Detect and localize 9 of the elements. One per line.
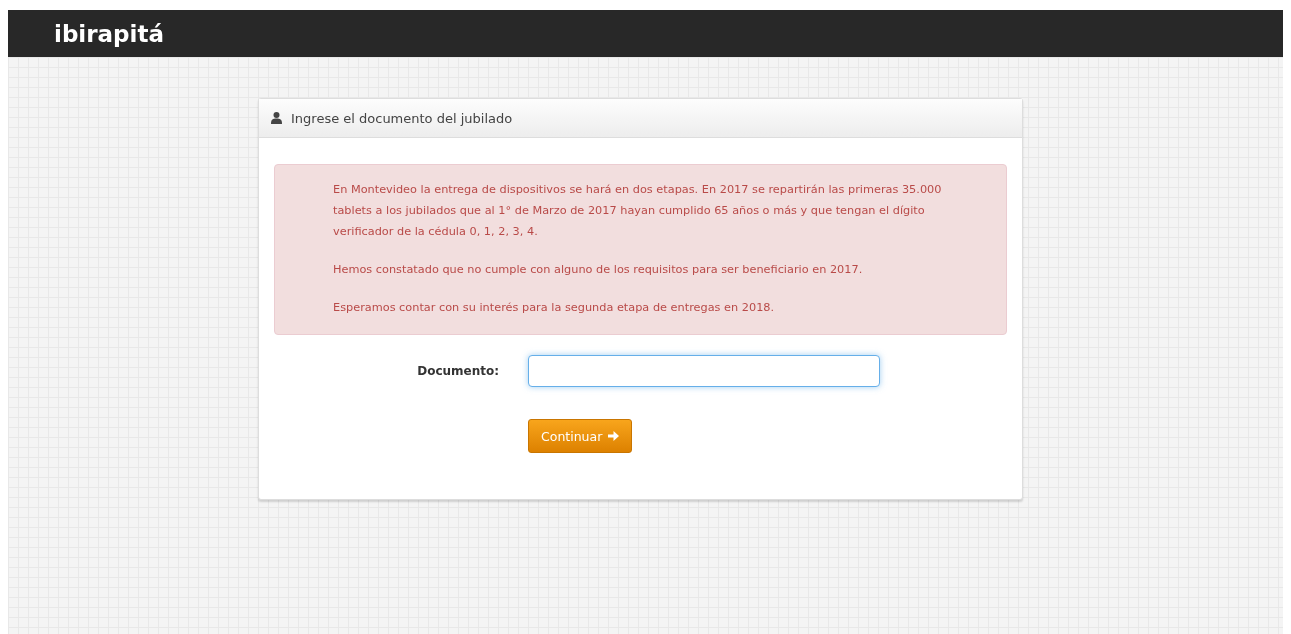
document-input[interactable] <box>528 355 880 387</box>
field-label: Documento: <box>417 364 499 378</box>
arrow-right-icon <box>608 431 620 441</box>
alert-message: Esperamos contar con su interés para la segunda etapa de entregas en 2018. <box>333 300 776 316</box>
alert-message: Hemos constatado que no cumple con alguno de los requisitos para ser beneficiario en 2017. <box>333 262 864 278</box>
user-icon <box>271 112 282 124</box>
alert-message: En Montevideo la entrega de dispositivos se hará en dos etapas. En 2017 se repartirán las primeras 35.000 tablets a los jubilados que al 1° de Marzo de 2017 hayan cumplido 65 años o más y que tengan el dígito verificador de la cédula 0, 1, 2, 3, 4. <box>333 182 943 240</box>
panel-title: Ingrese el documento del jubilado <box>291 110 513 126</box>
brand-logo[interactable]: ibirapitá <box>54 20 164 47</box>
